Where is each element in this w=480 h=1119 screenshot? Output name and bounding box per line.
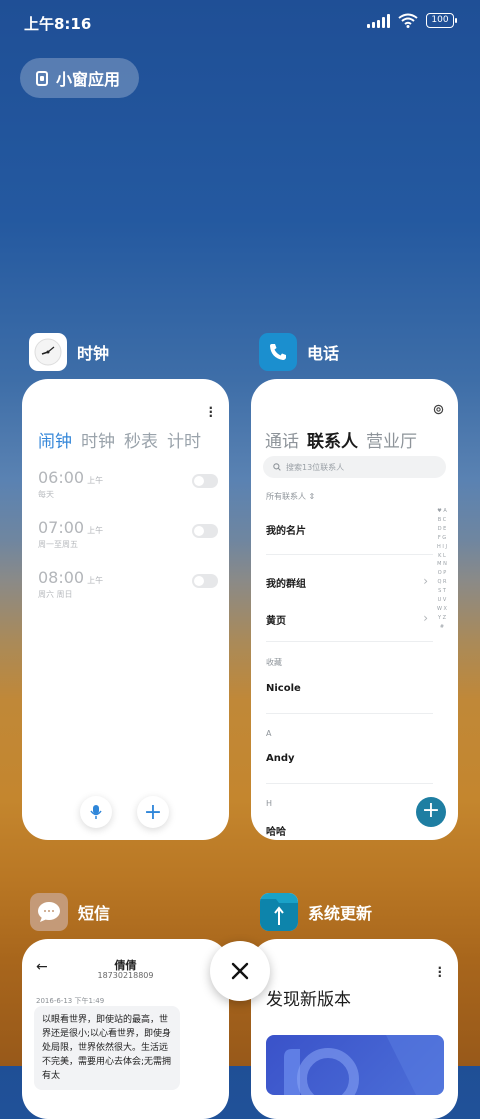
status-icons: 100 [367,13,457,28]
contact-search-input[interactable]: 搜索13位联系人 [263,456,446,478]
battery-icon: 100 [426,13,457,28]
alarm-time: 06:00 [38,468,85,487]
alarm-toggle[interactable] [192,474,218,488]
plus-icon: + [143,799,163,825]
floating-window-label: 小窗应用 [56,70,121,89]
alarm-time: 07:00 [38,518,85,537]
tab-calls[interactable]: 通话 [265,427,299,452]
tab-contacts[interactable]: 联系人 [307,427,358,452]
tab-service-hall[interactable]: 营业厅 [366,427,417,452]
sms-app-name: 短信 [78,904,111,923]
clear-all-button[interactable] [210,941,270,1001]
more-menu-icon[interactable]: · · · [208,402,213,422]
status-time: 上午8:16 [24,15,92,33]
message-bubble[interactable]: 以眼看世界，即使站的最高，世界还是很小;以心看世界，即使身处局限，世界依然很大。… [34,1006,180,1090]
phone-tabs: 通话 联系人 营业厅 [265,427,417,452]
floating-window-apps-button[interactable]: 小窗应用 [20,58,139,98]
alarm-repeat: 周一至周五 [38,540,78,549]
signal-icon [367,13,390,28]
sms-app-header[interactable]: 短信 [30,893,110,931]
alphabet-index-scrollbar[interactable]: ♥ A B C D E F G H I J K L M N O P Q R S … [437,507,447,632]
add-contact-button[interactable]: + [416,797,446,827]
update-app-name: 系统更新 [308,904,373,923]
alarm-ampm: 上午 [87,576,104,585]
conversation-contact-number: 18730218809 [97,971,154,980]
microphone-icon [90,805,102,819]
chevron-right-icon: › [423,574,428,588]
my-card-item[interactable]: 我的名片 [266,522,306,537]
alarm-item[interactable]: 08:00 上午 周六 周日 [38,568,218,600]
sms-app-icon [30,893,68,931]
search-placeholder: 搜索13位联系人 [286,462,345,472]
alarm-toggle[interactable] [192,574,218,588]
my-groups-item[interactable]: 我的群组 [266,575,306,590]
divider [266,783,433,784]
clock-app-card[interactable]: · · · 闹钟 时钟 秒表 计时 06:00 上午 每天 07:00 上午 周一至周五… [22,379,229,840]
section-header: H [266,799,273,808]
divider [266,641,433,642]
alarm-toggle[interactable] [192,524,218,538]
alarm-repeat: 周六 周日 [38,590,73,599]
divider [266,554,433,555]
update-app-card[interactable]: · · · 发现新版本 [251,939,458,1119]
alarm-item[interactable]: 07:00 上午 周一至周五 [38,518,218,550]
tab-alarm[interactable]: 闹钟 [38,427,72,452]
divider [266,713,433,714]
clock-tabs: 闹钟 时钟 秒表 计时 [38,427,201,452]
voice-alarm-button[interactable] [80,796,112,828]
alarm-ampm: 上午 [87,476,104,485]
phone-app-icon [259,333,297,371]
plus-icon: + [421,798,441,823]
sms-app-card[interactable]: ← 倩倩 18730218809 2016-6-13 下午1:49 以眼看世界，… [22,939,229,1119]
settings-gear-icon[interactable] [433,404,444,415]
clock-app-icon [29,333,67,371]
message-timestamp: 2016-6-13 下午1:49 [36,997,105,1005]
alarm-time: 08:00 [38,568,85,587]
search-icon [273,463,281,471]
all-contacts-filter[interactable]: 所有联系人 ⇕ [266,491,315,502]
contact-item[interactable]: 哈哈 [266,823,286,838]
alarm-repeat: 每天 [38,490,54,499]
clock-app-header[interactable]: 时钟 [29,333,109,371]
status-bar: 上午8:16 100 [0,0,480,44]
update-banner-image [266,1035,444,1095]
all-contacts-label: 所有联系人 [266,492,306,501]
yellow-pages-item[interactable]: 黄页 [266,612,286,627]
phone-app-name: 电话 [307,344,340,363]
alarm-item[interactable]: 06:00 上午 每天 [38,468,218,500]
clock-app-name: 时钟 [77,344,110,363]
contact-item[interactable]: Andy [266,753,295,764]
tab-timer[interactable]: 计时 [167,427,201,452]
close-icon [231,962,249,980]
contact-item[interactable]: Nicole [266,683,301,694]
floating-window-icon [36,70,48,86]
update-title: 发现新版本 [266,990,351,1010]
alarm-ampm: 上午 [87,526,104,535]
update-app-header[interactable]: 系统更新 [260,893,372,931]
chevron-right-icon: › [423,611,428,625]
system-update-app-icon [260,893,298,931]
section-header: A [266,729,272,738]
tab-stopwatch[interactable]: 秒表 [124,427,158,452]
add-alarm-button[interactable]: + [137,796,169,828]
wifi-icon [398,13,418,28]
phone-app-header[interactable]: 电话 [259,333,339,371]
favorites-header: 收藏 [266,658,282,667]
more-menu-icon[interactable]: · · · [437,962,442,982]
phone-app-card[interactable]: 通话 联系人 营业厅 搜索13位联系人 所有联系人 ⇕ 我的名片 我的群组 › … [251,379,458,840]
tab-clock[interactable]: 时钟 [81,427,115,452]
